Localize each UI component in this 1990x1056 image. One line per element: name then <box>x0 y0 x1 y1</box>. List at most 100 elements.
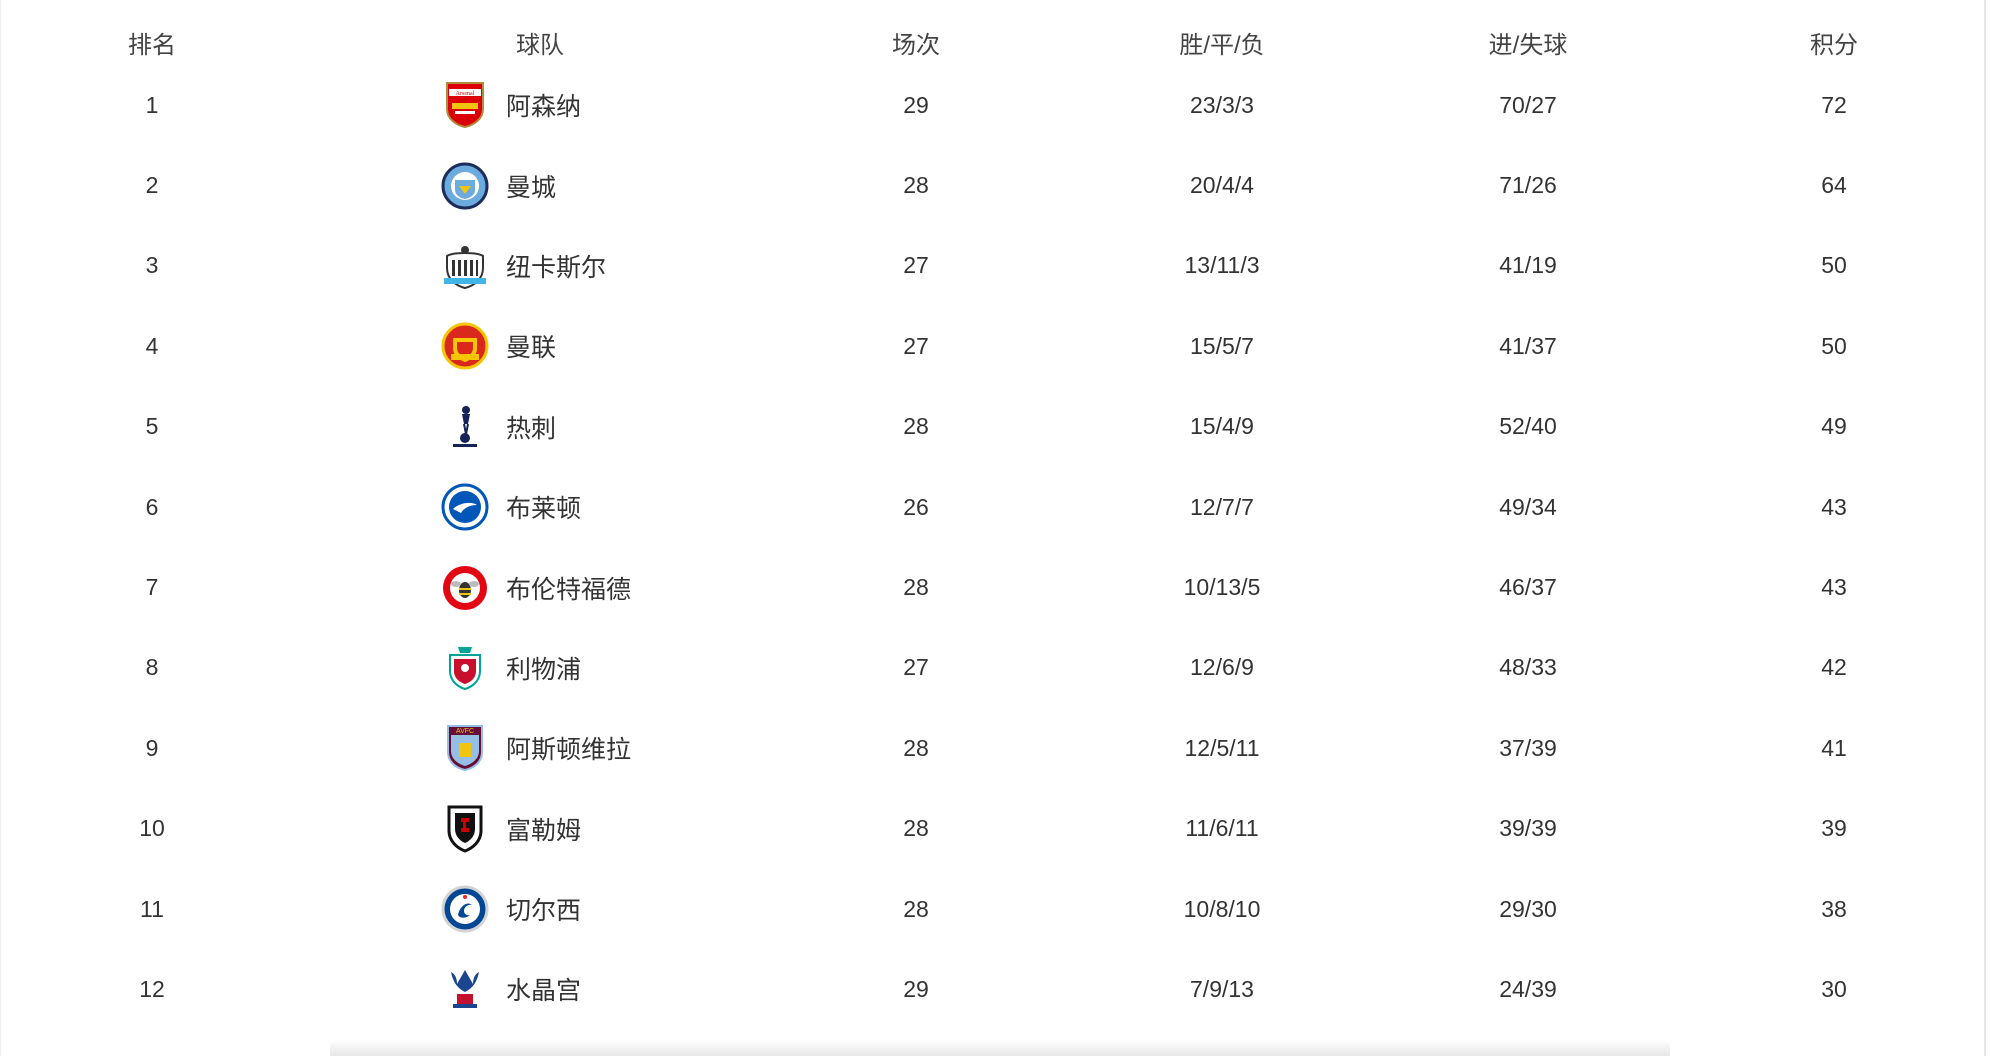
arsenal-crest-icon: Arsenal <box>440 80 490 130</box>
played-cell: 27 <box>903 654 929 681</box>
table-row[interactable]: 12 水晶宫 29 7/9/13 24/39 30 <box>0 949 1986 1029</box>
liverpool-crest-icon <box>440 643 490 693</box>
goals-cell: 48/33 <box>1499 654 1557 681</box>
rank-cell: 5 <box>145 413 159 440</box>
team-name[interactable]: 布莱顿 <box>506 489 581 525</box>
team-name[interactable]: 水晶宫 <box>506 971 581 1007</box>
chelsea-crest-icon <box>440 884 490 934</box>
points-cell: 39 <box>1821 815 1847 842</box>
table-row[interactable]: 1 Arsenal 阿森纳 29 23/3/3 70/27 72 <box>0 65 1986 145</box>
team-cell[interactable]: 纽卡斯尔 <box>440 226 606 306</box>
table-row[interactable]: 9 AVFC 阿斯顿维拉 28 12/5/11 37/39 41 <box>0 708 1986 788</box>
rank-cell: 4 <box>145 332 159 359</box>
table-row[interactable]: 8 利物浦 27 12/6/9 48/33 42 <box>0 628 1986 708</box>
wdl-cell: 12/5/11 <box>1184 734 1260 761</box>
team-name[interactable]: 曼城 <box>506 168 556 204</box>
fulham-crest-icon <box>440 804 490 854</box>
goals-cell: 29/30 <box>1499 895 1557 922</box>
wdl-cell: 13/11/3 <box>1184 252 1260 279</box>
table-row[interactable]: 4 曼联 27 15/5/7 41/37 50 <box>0 306 1986 386</box>
goals-cell: 37/39 <box>1499 734 1557 761</box>
table-row[interactable]: 7 布伦特福德 28 10/13/5 46/37 43 <box>0 547 1986 627</box>
table-row[interactable]: 3 纽卡斯尔 27 13/11/3 41/19 50 <box>0 226 1986 306</box>
played-cell: 29 <box>903 91 929 118</box>
wdl-cell: 10/8/10 <box>1183 895 1261 922</box>
manchester-united-crest-icon <box>440 321 490 371</box>
points-cell: 38 <box>1821 895 1847 922</box>
played-cell: 27 <box>903 252 929 279</box>
team-name[interactable]: 热刺 <box>506 409 556 445</box>
goals-cell: 41/37 <box>1499 332 1557 359</box>
rank-cell: 3 <box>145 252 159 279</box>
team-name[interactable]: 曼联 <box>506 328 556 364</box>
goals-cell: 71/26 <box>1499 172 1557 199</box>
rank-cell: 6 <box>145 493 159 520</box>
team-name[interactable]: 富勒姆 <box>506 811 581 847</box>
wdl-cell: 23/3/3 <box>1190 91 1254 118</box>
team-cell[interactable]: 利物浦 <box>440 628 581 708</box>
wdl-cell: 15/5/7 <box>1190 332 1254 359</box>
team-cell[interactable]: 热刺 <box>440 387 556 467</box>
goals-cell: 52/40 <box>1499 413 1557 440</box>
table-row[interactable]: 2 曼城 28 20/4/4 71/26 64 <box>0 145 1986 225</box>
played-cell: 28 <box>903 734 929 761</box>
league-table: 排名 球队 场次 胜/平/负 进/失球 积分 1 Arsenal 阿森纳 29 23… <box>0 0 1986 1030</box>
team-name[interactable]: 阿斯顿维拉 <box>506 730 631 766</box>
scroll-shadow <box>330 1040 1670 1056</box>
team-cell[interactable]: AVFC 阿斯顿维拉 <box>440 708 631 788</box>
rank-cell: 1 <box>145 91 159 118</box>
rank-cell: 8 <box>145 654 159 681</box>
points-cell: 50 <box>1821 252 1847 279</box>
rank-cell: 2 <box>145 172 159 199</box>
points-cell: 72 <box>1821 91 1847 118</box>
wdl-cell: 10/13/5 <box>1183 574 1261 601</box>
points-cell: 50 <box>1821 332 1847 359</box>
team-name[interactable]: 纽卡斯尔 <box>506 248 606 284</box>
rank-cell: 10 <box>139 815 165 842</box>
rank-cell: 11 <box>140 895 164 922</box>
team-cell[interactable]: 富勒姆 <box>440 789 581 869</box>
points-cell: 41 <box>1821 734 1847 761</box>
wdl-cell: 15/4/9 <box>1190 413 1254 440</box>
team-name[interactable]: 阿森纳 <box>506 87 581 123</box>
table-row[interactable]: 10 富勒姆 28 11/6/11 39/39 39 <box>0 789 1986 869</box>
played-cell: 28 <box>903 172 929 199</box>
played-cell: 28 <box>903 413 929 440</box>
wdl-cell: 11/6/11 <box>1185 815 1259 842</box>
crystal-palace-crest-icon <box>440 964 490 1014</box>
svg-text:Arsenal: Arsenal <box>456 91 475 97</box>
manchester-city-crest-icon <box>440 161 490 211</box>
wdl-cell: 20/4/4 <box>1190 172 1254 199</box>
team-cell[interactable]: 曼联 <box>440 306 556 386</box>
points-cell: 64 <box>1821 172 1847 199</box>
goals-cell: 39/39 <box>1499 815 1557 842</box>
team-cell[interactable]: 布莱顿 <box>440 467 581 547</box>
brentford-crest-icon <box>440 563 490 613</box>
goals-cell: 49/34 <box>1499 493 1557 520</box>
rank-cell: 9 <box>145 734 159 761</box>
table-row[interactable]: 5 热刺 28 15/4/9 52/40 49 <box>0 387 1986 467</box>
team-name[interactable]: 切尔西 <box>506 891 581 927</box>
points-cell: 49 <box>1821 413 1847 440</box>
aston-villa-crest-icon: AVFC <box>440 723 490 773</box>
goals-cell: 46/37 <box>1499 574 1557 601</box>
team-name[interactable]: 布伦特福德 <box>506 570 631 606</box>
table-row[interactable]: 6 布莱顿 26 12/7/7 49/34 43 <box>0 467 1986 547</box>
team-cell[interactable]: 切尔西 <box>440 869 581 949</box>
goals-cell: 24/39 <box>1499 975 1557 1002</box>
wdl-cell: 12/6/9 <box>1190 654 1254 681</box>
played-cell: 28 <box>903 574 929 601</box>
played-cell: 28 <box>903 895 929 922</box>
wdl-cell: 12/7/7 <box>1190 493 1254 520</box>
team-cell[interactable]: 布伦特福德 <box>440 547 631 627</box>
team-cell[interactable]: 曼城 <box>440 145 556 225</box>
rank-cell: 12 <box>139 975 165 1002</box>
team-name[interactable]: 利物浦 <box>506 650 581 686</box>
points-cell: 43 <box>1821 493 1847 520</box>
team-cell[interactable]: Arsenal 阿森纳 <box>440 65 581 145</box>
goals-cell: 41/19 <box>1499 252 1557 279</box>
table-row[interactable]: 11 切尔西 28 10/8/10 29/30 38 <box>0 869 1986 949</box>
team-cell[interactable]: 水晶宫 <box>440 949 581 1029</box>
points-cell: 30 <box>1821 975 1847 1002</box>
points-cell: 43 <box>1821 574 1847 601</box>
